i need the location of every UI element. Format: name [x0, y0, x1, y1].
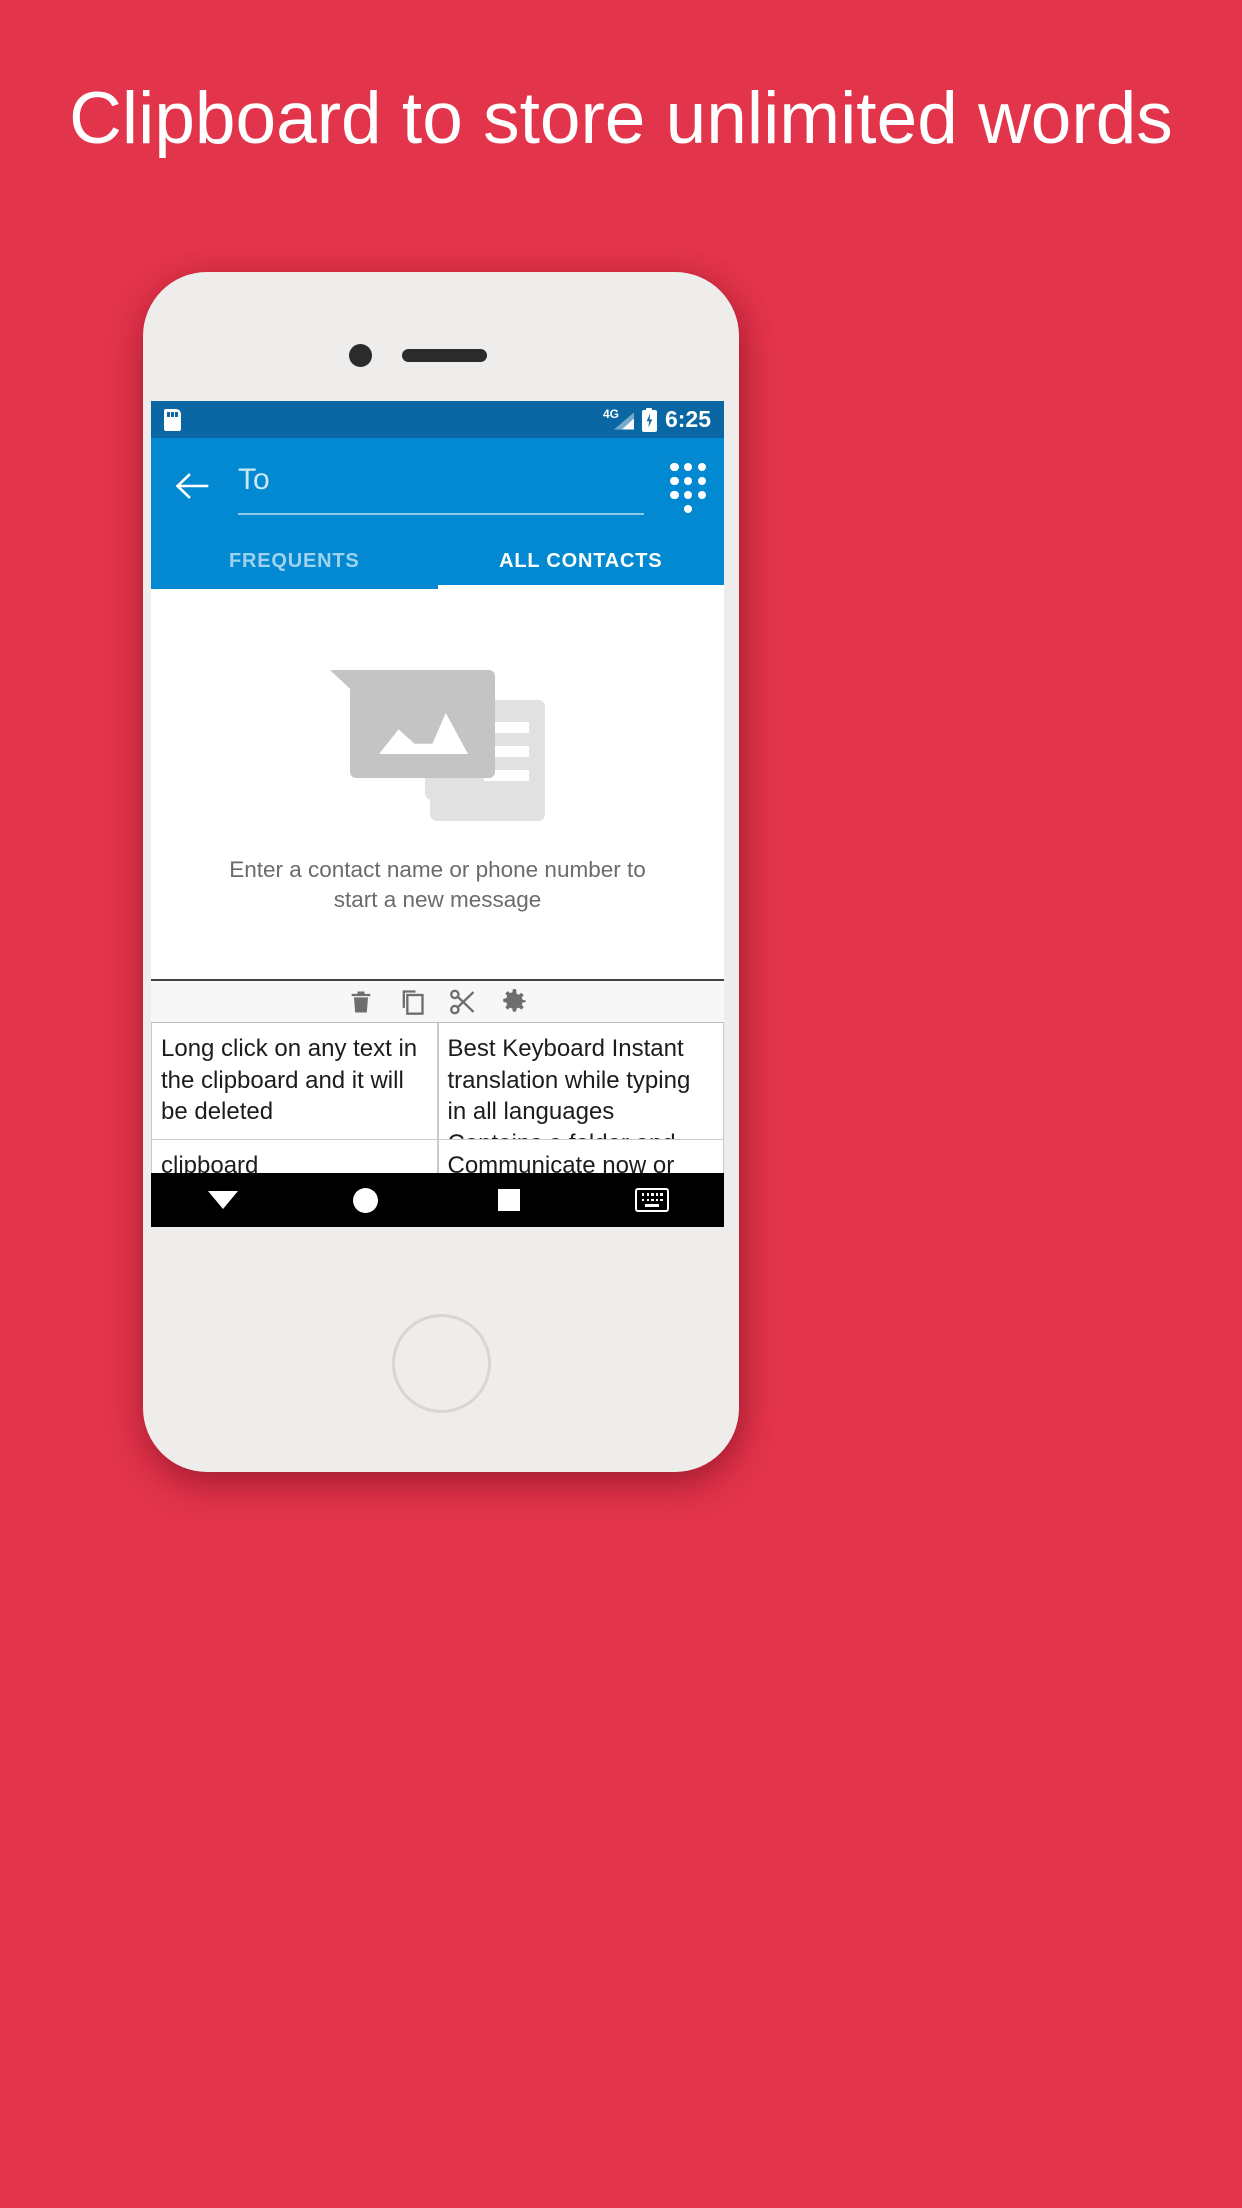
back-arrow-icon[interactable]	[171, 466, 211, 506]
trash-icon[interactable]	[347, 988, 375, 1016]
battery-charging-icon	[641, 407, 657, 432]
clipboard-item[interactable]: Long click on any text in the clipboard …	[151, 1023, 438, 1140]
gear-icon[interactable]	[500, 988, 528, 1016]
nav-back-button[interactable]	[151, 1191, 294, 1209]
phone-screen: 4G 6:25 To FREQUENTS ALL CONTACTS Enter …	[151, 401, 724, 1227]
recipient-placeholder: To	[238, 462, 270, 496]
clipboard-toolbar	[151, 981, 724, 1023]
page-title: Clipboard to store unlimited words	[69, 78, 1173, 159]
status-bar-clock: 6:25	[664, 406, 711, 432]
phone-mockup: 4G 6:25 To FREQUENTS ALL CONTACTS Enter …	[143, 272, 739, 1472]
nav-home-button[interactable]	[294, 1187, 437, 1213]
scissors-icon[interactable]	[449, 988, 477, 1016]
home-circle-icon	[353, 1187, 379, 1213]
network-label: 4G	[602, 406, 619, 421]
status-bar-right: 4G 6:25	[602, 406, 711, 433]
home-button[interactable]	[392, 1314, 491, 1413]
signal-bars-icon: 4G	[602, 406, 634, 432]
tab-frequents[interactable]: FREQUENTS	[151, 533, 438, 589]
back-triangle-icon	[207, 1191, 238, 1209]
tab-bar: FREQUENTS ALL CONTACTS	[151, 533, 724, 589]
copy-icon[interactable]	[398, 988, 426, 1016]
empty-state-message: Enter a contact name or phone number to …	[229, 857, 646, 912]
nav-keyboard-button[interactable]	[581, 1188, 724, 1212]
status-bar: 4G 6:25	[151, 401, 724, 438]
recipient-input[interactable]: To	[238, 457, 644, 515]
recents-square-icon	[498, 1189, 521, 1211]
tab-indicator	[437, 585, 724, 589]
android-nav-bar	[151, 1173, 724, 1227]
earpiece-speaker	[402, 349, 487, 362]
app-bar: To	[151, 438, 724, 533]
keyboard-icon	[635, 1188, 670, 1212]
empty-state: Enter a contact name or phone number to …	[151, 589, 724, 979]
sim-card-icon	[164, 408, 181, 431]
front-camera-icon	[349, 344, 372, 367]
clipboard-row: Long click on any text in the clipboard …	[151, 1023, 724, 1140]
clipboard-item[interactable]: Best Keyboard Instant translation while …	[437, 1023, 724, 1140]
recipient-underline	[238, 512, 644, 515]
dialpad-icon[interactable]	[670, 462, 706, 513]
tab-all-contacts[interactable]: ALL CONTACTS	[438, 533, 725, 589]
nav-recents-button[interactable]	[438, 1189, 581, 1211]
message-image-placeholder-icon	[330, 661, 545, 821]
